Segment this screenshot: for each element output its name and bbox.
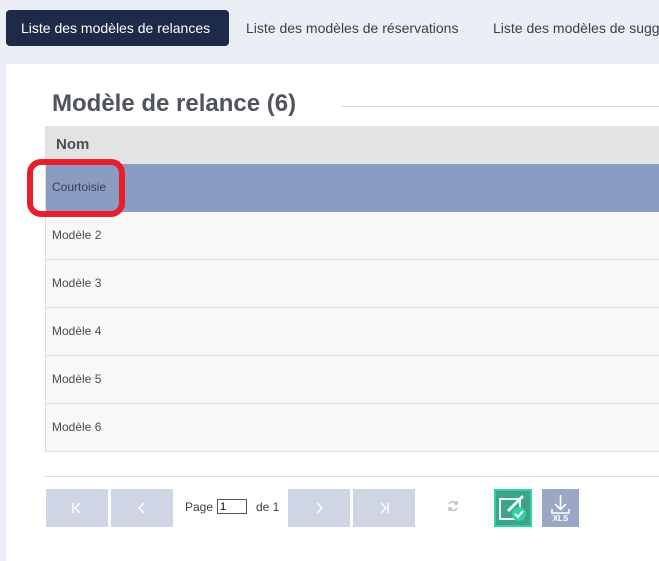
export-xls-label: XLS: [552, 514, 569, 523]
table-row[interactable]: Modèle 2: [46, 212, 659, 260]
refresh-button[interactable]: [446, 499, 460, 517]
tab-relances-templates[interactable]: Liste des modèles de relances: [6, 10, 229, 46]
next-page-button[interactable]: [288, 489, 350, 527]
edit-check-icon: [499, 494, 526, 521]
page-count-label: de 1: [256, 500, 280, 514]
table-row[interactable]: Courtoisie: [46, 164, 659, 212]
last-page-icon: [380, 502, 389, 514]
templates-grid: Nom Courtoisie Modèle 2 Modèle 3 Modèle …: [45, 126, 659, 452]
column-header-nom[interactable]: Nom: [46, 126, 659, 164]
validate-button[interactable]: [494, 489, 532, 527]
page-title: Modèle de relance (6): [52, 90, 297, 117]
last-page-button[interactable]: [353, 489, 415, 527]
current-page-input[interactable]: [217, 499, 247, 514]
table-row[interactable]: Modèle 6: [46, 404, 659, 452]
prev-page-button[interactable]: [111, 489, 173, 527]
prev-page-icon: [137, 502, 145, 514]
table-row[interactable]: Modèle 3: [46, 260, 659, 308]
refresh-icon: [448, 500, 458, 512]
first-page-button[interactable]: [46, 489, 108, 527]
title-divider: [341, 106, 659, 107]
export-xls-button[interactable]: XLS: [542, 489, 579, 527]
table-row[interactable]: Modèle 4: [46, 308, 659, 356]
tab-bar: Liste des modèles de relances Liste des …: [0, 0, 659, 56]
first-page-icon: [72, 502, 81, 514]
table-row[interactable]: Modèle 5: [46, 356, 659, 404]
main-panel: Modèle de relance (6) Nom Courtoisie Mod…: [6, 64, 659, 561]
page-label: Page: [185, 500, 214, 514]
next-page-icon: [316, 502, 324, 514]
tab-reservations-templates[interactable]: Liste des modèles de réservations: [246, 10, 458, 46]
pager-divider: [45, 476, 659, 477]
tab-suggestions-templates[interactable]: Liste des modèles de sugg: [493, 10, 659, 46]
